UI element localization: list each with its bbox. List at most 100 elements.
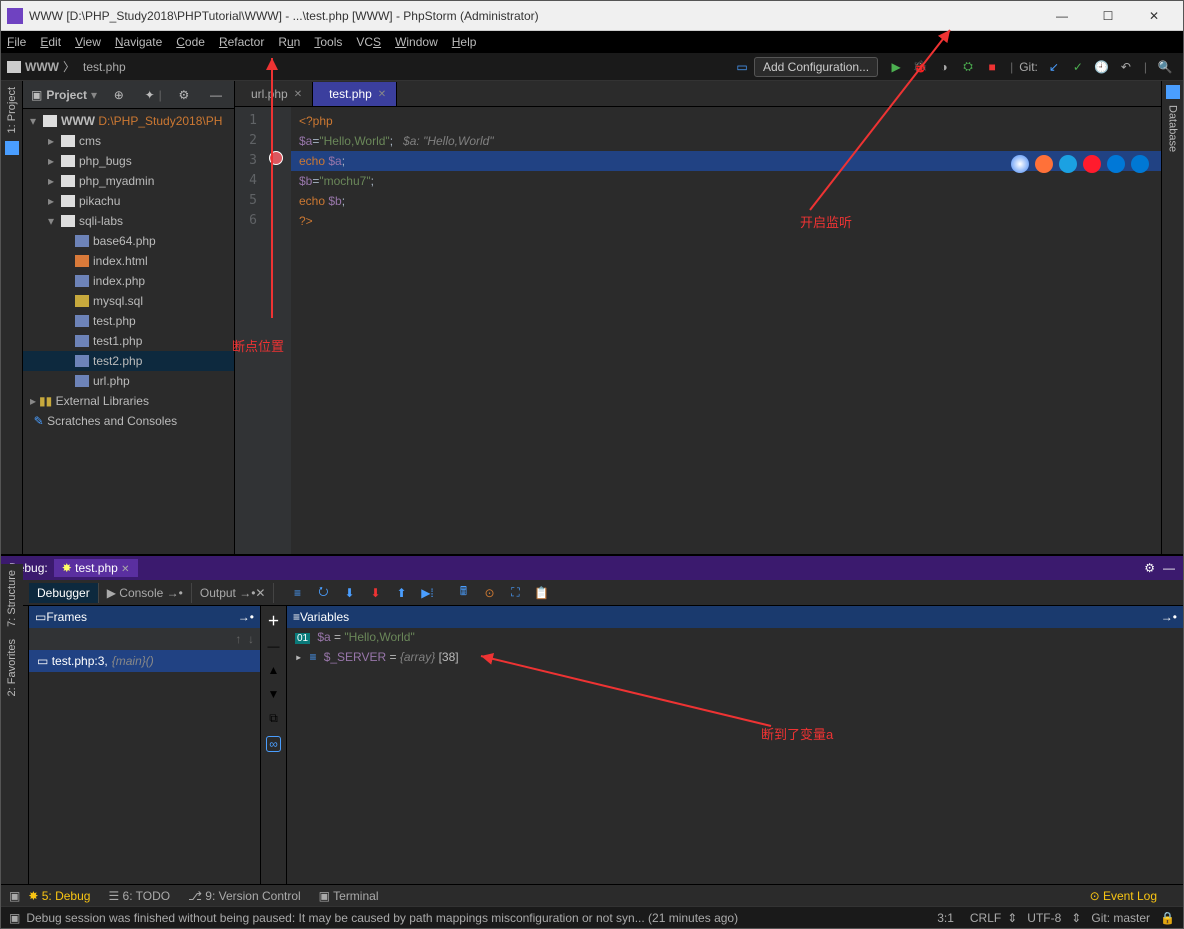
- tree-item-index.html[interactable]: index.html: [23, 251, 234, 271]
- tree-item-test2.php[interactable]: test2.php: [23, 351, 234, 371]
- locate-icon[interactable]: ⊕: [114, 88, 124, 102]
- tree-item-test.php[interactable]: test.php: [23, 311, 234, 331]
- menu-window[interactable]: Window: [395, 35, 438, 49]
- tree-item-cms[interactable]: ▸cms: [23, 131, 234, 151]
- settings-icon[interactable]: ⛶: [506, 584, 524, 602]
- show-exec-icon[interactable]: ≡: [288, 584, 306, 602]
- database-tool-button[interactable]: Database: [1167, 105, 1179, 152]
- todo-tool-button[interactable]: ☰ 6: TODO: [108, 889, 170, 903]
- tab-url-php[interactable]: url.php ✕: [235, 82, 313, 106]
- run-to-cursor-icon[interactable]: ▶⁞: [418, 584, 436, 602]
- status-icon[interactable]: ▣: [9, 911, 20, 925]
- project-tool-button[interactable]: 1: Project: [6, 87, 18, 133]
- tool-icon[interactable]: [5, 141, 19, 155]
- menu-vcs[interactable]: VCS: [356, 35, 381, 49]
- edge-icon[interactable]: [1131, 155, 1149, 173]
- frame-row[interactable]: ▭ test.php:3, {main}(): [29, 650, 260, 672]
- firefox-icon[interactable]: [1035, 155, 1053, 173]
- tree-item-pikachu[interactable]: ▸pikachu: [23, 191, 234, 211]
- tree-item-test1.php[interactable]: test1.php: [23, 331, 234, 351]
- glasses-icon[interactable]: ∞: [266, 736, 281, 752]
- terminal-tool-button[interactable]: ▣ Terminal: [319, 889, 379, 903]
- caret-position[interactable]: 3:1: [937, 911, 954, 925]
- watch-icon[interactable]: ⊙: [480, 584, 498, 602]
- debug-session-tab[interactable]: ✸ test.php ✕: [54, 559, 138, 577]
- tree-item-url.php[interactable]: url.php: [23, 371, 234, 391]
- menu-file[interactable]: File: [7, 35, 26, 49]
- safari-icon[interactable]: [1059, 155, 1077, 173]
- menu-view[interactable]: View: [75, 35, 101, 49]
- step-into-icon[interactable]: ⬇: [340, 584, 358, 602]
- close-button[interactable]: ✕: [1131, 1, 1177, 31]
- eventlog-button[interactable]: ⊙ Event Log: [1090, 889, 1157, 903]
- code-editor[interactable]: 123456 <?php $a="Hello,World"; $a: "Hell…: [235, 107, 1161, 554]
- debugger-tab[interactable]: Debugger: [29, 583, 99, 603]
- search-icon[interactable]: 🔍: [1157, 59, 1173, 75]
- menu-navigate[interactable]: Navigate: [115, 35, 162, 49]
- gutter-marks[interactable]: [263, 107, 291, 554]
- line-sep[interactable]: CRLF: [970, 911, 1001, 925]
- tree-item-base64.php[interactable]: base64.php: [23, 231, 234, 251]
- stop-icon[interactable]: ■: [984, 59, 1000, 75]
- evaluate-icon[interactable]: 🖩: [454, 584, 472, 602]
- dropdown-icon[interactable]: ▾: [91, 88, 97, 102]
- toolwindow-icon[interactable]: ▣: [9, 889, 20, 903]
- output-tab[interactable]: Output →•✕: [192, 583, 275, 603]
- menu-code[interactable]: Code: [176, 35, 205, 49]
- encoding[interactable]: UTF-8: [1027, 911, 1061, 925]
- code-lines[interactable]: <?php $a="Hello,World"; $a: "Hello,World…: [291, 107, 1161, 554]
- coverage-icon[interactable]: ◑: [936, 59, 952, 75]
- external-libraries[interactable]: ▸▮▮ External Libraries: [23, 391, 234, 411]
- down-icon[interactable]: ▼: [268, 687, 280, 701]
- vcs-tool-button[interactable]: ⎇ 9: Version Control: [188, 889, 301, 903]
- tab-test-php[interactable]: test.php ✕: [313, 82, 397, 106]
- opera-icon[interactable]: [1083, 155, 1101, 173]
- close-tab-icon[interactable]: ✕: [378, 89, 386, 100]
- step-over-icon[interactable]: ⭮: [314, 584, 332, 602]
- tree-item-sqli-labs[interactable]: ▾sqli-labs: [23, 211, 234, 231]
- frames-nav[interactable]: ↑ ↓: [29, 628, 260, 650]
- structure-tool-button[interactable]: 7: Structure: [6, 570, 18, 627]
- browser-icons[interactable]: [1011, 155, 1149, 173]
- pin-icon[interactable]: 📋: [532, 584, 550, 602]
- console-tab[interactable]: ▶ Console →•: [99, 583, 192, 603]
- commit-icon[interactable]: ✓: [1070, 59, 1086, 75]
- revert-icon[interactable]: ↶: [1118, 59, 1134, 75]
- project-tree[interactable]: ▾ WWW D:\PHP_Study2018\PH ▸cms▸php_bugs▸…: [23, 109, 234, 554]
- tree-root[interactable]: ▾ WWW D:\PHP_Study2018\PH: [23, 111, 234, 131]
- collapse-icon[interactable]: ✦: [145, 88, 155, 102]
- favorites-tool-button[interactable]: 2: Favorites: [6, 639, 18, 696]
- variable-server[interactable]: ▸ ≡ $_SERVER = {array} [38]: [287, 648, 1183, 668]
- breakpoint-icon[interactable]: [269, 151, 283, 165]
- copy-icon[interactable]: ⧉: [269, 711, 278, 726]
- debug-icon[interactable]: 🐞: [912, 59, 928, 75]
- add-configuration-button[interactable]: Add Configuration...: [754, 57, 878, 77]
- gear-icon[interactable]: ⚙: [178, 88, 189, 102]
- tree-item-mysql.sql[interactable]: mysql.sql: [23, 291, 234, 311]
- tree-item-php_myadmin[interactable]: ▸php_myadmin: [23, 171, 234, 191]
- menu-tools[interactable]: Tools: [314, 35, 342, 49]
- debug-tool-button[interactable]: ✸ 5: Debug: [28, 889, 90, 903]
- menu-edit[interactable]: Edit: [40, 35, 61, 49]
- history-icon[interactable]: 🕘: [1094, 59, 1110, 75]
- close-tab-icon[interactable]: ✕: [294, 89, 302, 100]
- tree-item-php_bugs[interactable]: ▸php_bugs: [23, 151, 234, 171]
- lock-icon[interactable]: 🔒: [1160, 911, 1175, 925]
- minimize-button[interactable]: ―: [1039, 1, 1085, 31]
- maximize-button[interactable]: ☐: [1085, 1, 1131, 31]
- tree-item-index.php[interactable]: index.php: [23, 271, 234, 291]
- chrome-icon[interactable]: [1011, 155, 1029, 173]
- device-icon[interactable]: ▭: [734, 59, 750, 75]
- menu-help[interactable]: Help: [452, 35, 477, 49]
- database-icon[interactable]: [1166, 85, 1180, 99]
- breadcrumb[interactable]: WWW 〉 test.php: [7, 58, 126, 75]
- menu-run[interactable]: Run: [278, 35, 300, 49]
- git-branch[interactable]: Git: master: [1091, 911, 1150, 925]
- run-icon[interactable]: ▶: [888, 59, 904, 75]
- step-out-icon[interactable]: ⬆: [392, 584, 410, 602]
- hide-icon[interactable]: ―: [210, 88, 222, 102]
- gear-icon[interactable]: ⚙: [1144, 561, 1155, 575]
- project-title[interactable]: Project: [46, 88, 87, 102]
- force-step-icon[interactable]: ⬇: [366, 584, 384, 602]
- update-icon[interactable]: ↙: [1046, 59, 1062, 75]
